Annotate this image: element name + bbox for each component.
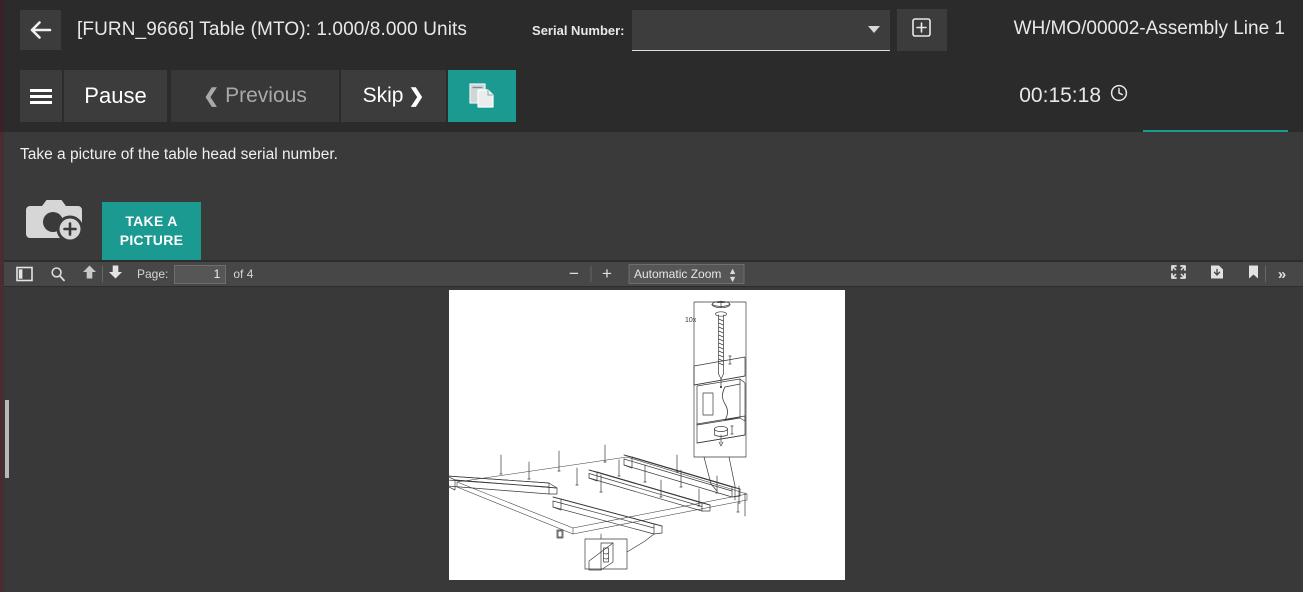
pdf-viewer-toolbar: Page: of 4 − + Automatic Zoom ▲▼ <box>4 261 1303 287</box>
previous-button[interactable]: ❮ Previous <box>171 70 339 122</box>
next-page-button[interactable] <box>108 262 123 286</box>
search-icon[interactable] <box>50 262 66 286</box>
previous-page-button[interactable] <box>82 262 97 286</box>
toolbar-divider-zoom <box>590 266 591 282</box>
take-picture-label-line1: TAKE A <box>125 213 178 229</box>
serial-number-input[interactable] <box>631 9 890 51</box>
presentation-mode-button[interactable] <box>1170 262 1187 286</box>
instruction-text: Take a picture of the table head serial … <box>20 146 338 163</box>
page-number-input[interactable] <box>174 264 227 284</box>
take-picture-group: TAKE A PICTURE <box>26 192 201 260</box>
toolbar-divider <box>102 266 103 282</box>
hamburger-menu-icon <box>30 86 52 107</box>
work-order-reference: WH/MO/00002-Assembly Line 1 <box>1013 18 1285 39</box>
zoom-level-select[interactable]: Automatic Zoom ▲ ▼ <box>628 264 744 284</box>
bookmark-button[interactable] <box>1247 262 1260 286</box>
zoom-in-button[interactable]: + <box>596 264 618 284</box>
download-button[interactable] <box>1209 262 1225 286</box>
pdf-page-canvas: 10x <box>449 290 845 580</box>
manufacturing-workorder-screen: [FURN_9666] Table (MTO): 1.000/8.000 Uni… <box>0 0 1303 592</box>
spinner-arrows-icon: ▲ ▼ <box>728 266 737 284</box>
timer-value: 00:15:18 <box>1019 84 1101 107</box>
camera-add-icon[interactable] <box>26 192 90 251</box>
pdf-toolbar-center: − + Automatic Zoom ▲ ▼ <box>563 264 744 284</box>
page-title: [FURN_9666] Table (MTO): 1.000/8.000 Uni… <box>77 19 468 40</box>
take-picture-label-line2: PICTURE <box>119 232 184 248</box>
skip-button[interactable]: Skip ❯ <box>341 70 446 122</box>
menu-button[interactable] <box>20 70 62 122</box>
page-total-label: of 4 <box>233 267 254 281</box>
action-bar: Pause ❮ Previous Skip ❯ 00:15:18 <box>0 62 1303 182</box>
serial-number-group: Serial Number: <box>532 9 947 51</box>
serial-number-label: Serial Number: <box>532 22 625 38</box>
zoom-out-button[interactable]: − <box>563 264 585 284</box>
back-button[interactable] <box>20 10 61 50</box>
pause-button[interactable]: Pause <box>64 70 167 122</box>
left-accent-strip-top <box>0 0 4 132</box>
sidebar-toggle-icon[interactable] <box>16 262 33 286</box>
top-bar: [FURN_9666] Table (MTO): 1.000/8.000 Uni… <box>0 0 1303 60</box>
pdf-toolbar-left: Page: of 4 <box>16 262 253 286</box>
pdf-toolbar-right: » <box>1170 262 1293 286</box>
instruction-panel: Take a picture of the table head serial … <box>4 132 1303 260</box>
documents-button[interactable] <box>448 70 516 122</box>
zoom-level-value: Automatic Zoom <box>634 267 722 281</box>
skip-button-label: Skip <box>362 84 404 107</box>
arrow-down-icon <box>108 264 123 285</box>
previous-button-label: Previous <box>225 84 307 107</box>
pdf-viewer-area[interactable]: 10x <box>4 287 1303 592</box>
timer: 00:15:18 <box>1019 84 1128 108</box>
plus-box-icon <box>912 18 931 42</box>
pdf-vertical-scrollbar[interactable] <box>5 400 9 478</box>
chevron-left-icon: ❮ <box>203 85 220 107</box>
arrow-up-icon <box>82 264 97 285</box>
download-icon <box>1209 264 1225 285</box>
page-number-label: Page: <box>137 267 169 281</box>
svg-text:10x: 10x <box>685 317 697 324</box>
bookmark-icon <box>1247 264 1260 285</box>
copy-documents-icon <box>469 81 495 112</box>
arrow-left-icon <box>30 21 52 39</box>
add-serial-number-button[interactable] <box>896 9 947 51</box>
chevron-right-icon: ❯ <box>408 85 425 107</box>
more-tools-button[interactable]: » <box>1271 266 1293 283</box>
fullscreen-icon <box>1170 264 1187 285</box>
take-a-picture-button[interactable]: TAKE A PICTURE <box>102 202 201 260</box>
clock-icon <box>1110 84 1128 108</box>
toolbar-divider-right <box>1265 266 1266 282</box>
chevron-down-icon[interactable] <box>867 25 880 33</box>
